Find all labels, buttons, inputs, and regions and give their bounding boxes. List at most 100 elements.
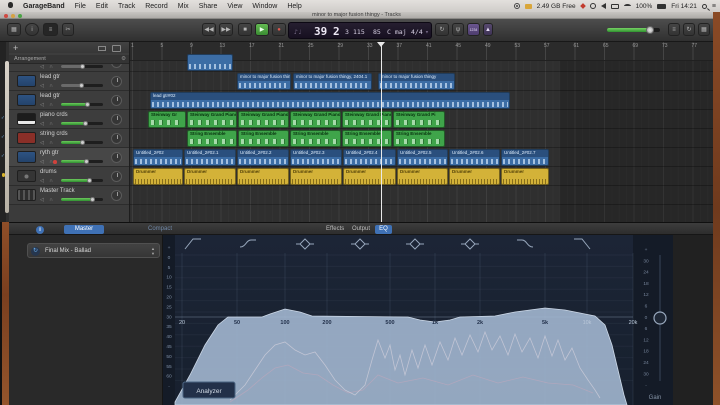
track-header-lead gtr[interactable]: lead gtr◁ ∩ <box>9 91 130 110</box>
track-header-lead gtr[interactable]: lead gtr◁ ∩ <box>9 72 130 91</box>
count-in-button[interactable]: 1234 <box>467 23 480 36</box>
region-Drummer-6-0[interactable]: Drummer <box>133 168 183 185</box>
menu-view[interactable]: View <box>222 3 247 10</box>
track-header-drums[interactable]: drums◁ ∩ <box>9 167 130 186</box>
zoom-control-icon[interactable] <box>112 45 121 52</box>
tuner-button[interactable]: ψ <box>452 23 464 36</box>
free-space-text[interactable]: 2.49 GB Free <box>537 3 576 10</box>
spotlight-icon[interactable] <box>702 4 707 9</box>
mute-solo-icons[interactable]: ◁ ∩ <box>40 140 55 146</box>
master-volume-knob[interactable] <box>646 26 654 34</box>
lcd-display[interactable]: ♪♩ 39 2 3 115 85 C maj 4/4 ▾ <box>288 22 432 39</box>
track-volume-slider[interactable] <box>61 179 103 182</box>
track-volume-knob[interactable] <box>84 159 89 164</box>
keyboard-icon[interactable] <box>611 4 619 9</box>
timeline-area[interactable]: minor to major fusion thinminor to major… <box>130 42 713 222</box>
play-button[interactable]: ▶ <box>255 23 269 36</box>
stop-button[interactable]: ■ <box>238 23 252 36</box>
tab-master[interactable]: Master <box>64 225 104 234</box>
track-volume-knob[interactable] <box>79 83 84 88</box>
track-pan-knob[interactable] <box>111 95 122 106</box>
region-Steinway Gr-3-0[interactable]: Steinway Gr <box>148 111 186 128</box>
track-volume-slider[interactable] <box>61 103 103 106</box>
rewind-button[interactable]: ◀◀ <box>202 23 216 36</box>
notepad-button[interactable]: ≡ <box>668 23 680 36</box>
region-lead gtr#02-2-0[interactable]: lead gtr#02 <box>150 92 510 109</box>
region-Untitled_2#02.5-5-5[interactable]: Untitled_2#02.5 <box>397 149 448 166</box>
track-enable-check[interactable]: ✓ <box>1 115 5 121</box>
master-volume-slider[interactable] <box>607 28 660 32</box>
region-String Ensemble-4-4[interactable]: String Ensemble <box>393 130 445 147</box>
track-enable-check[interactable]: ✓ <box>1 134 5 140</box>
region-Untitled_2#02.2-5-2[interactable]: Untitled_2#02.2 <box>237 149 289 166</box>
region-minor to major fusion thingy, 2404.1-1-1[interactable]: minor to major fusion thingy, 2404.1 <box>293 73 372 90</box>
track-volume-slider[interactable] <box>61 141 103 144</box>
library-info-button[interactable]: i <box>25 23 39 36</box>
loop-browser-button[interactable]: ↻ <box>683 23 695 36</box>
screen-record-icon[interactable] <box>514 3 520 9</box>
tab-eq[interactable]: EQ <box>375 225 392 234</box>
region-minor to major fusion thingy-1-2[interactable]: minor to major fusion thingy <box>378 73 455 90</box>
region-Untitled_2#02-5-0[interactable]: Untitled_2#02 <box>133 149 183 166</box>
menu-help[interactable]: Help <box>282 3 306 10</box>
menu-clock-text[interactable]: Fri 14:21 <box>671 3 697 10</box>
track-volume-slider[interactable] <box>61 65 103 68</box>
track-volume-knob[interactable] <box>90 197 95 202</box>
mute-solo-icons[interactable]: ◁ ∩ <box>40 197 55 203</box>
editors-scissors-button[interactable]: ✂ <box>62 23 74 36</box>
track-pan-knob[interactable] <box>111 114 122 125</box>
region-audio-0-0[interactable] <box>187 54 233 71</box>
channel-eq-panel[interactable]: 20501002005001k2k5k10k20k +0510152025303… <box>163 235 673 405</box>
metronome-button[interactable]: ▲ <box>483 23 493 36</box>
track-pan-knob[interactable] <box>111 171 122 182</box>
region-Drummer-6-1[interactable]: Drummer <box>184 168 236 185</box>
track-enable-check[interactable]: ✓ <box>1 153 5 159</box>
preset-stepper[interactable]: ▲▼ <box>151 246 155 256</box>
cycle-button[interactable]: ↻ <box>435 23 449 36</box>
forward-button[interactable]: ▶▶ <box>219 23 233 36</box>
region-String Ensemble-4-2[interactable]: String Ensemble <box>290 130 341 147</box>
window-title-bar[interactable]: minor to major fusion thingy - Tracks <box>0 12 713 19</box>
keyboard-window-button[interactable]: ▦ <box>7 23 21 36</box>
region-Steinway Grand Piano-3-2[interactable]: Steinway Grand Piano <box>238 111 289 128</box>
menu-file[interactable]: File <box>70 3 91 10</box>
menu-mix[interactable]: Mix <box>173 3 194 10</box>
track-volume-knob[interactable] <box>80 140 85 145</box>
track-volume-knob[interactable] <box>87 178 92 183</box>
info-button[interactable]: i <box>36 226 44 234</box>
track-pan-knob[interactable] <box>111 133 122 144</box>
gain-knob[interactable] <box>654 312 666 324</box>
track-header-Master Track[interactable]: Master Track◁ ∩ <box>9 186 130 205</box>
region-Untitled_2#02.6-5-6[interactable]: Untitled_2#02.6 <box>449 149 500 166</box>
region-minor to major fusion thin-1-0[interactable]: minor to major fusion thin <box>237 73 291 90</box>
battery-icon[interactable] <box>657 4 666 9</box>
tab-compact[interactable]: Compact <box>148 225 172 234</box>
track-header-ryth gtr[interactable]: ryth gtr◁ ∩ <box>9 148 130 167</box>
region-Drummer-6-2[interactable]: Drummer <box>237 168 289 185</box>
record-button[interactable]: ● <box>272 23 286 36</box>
menu-share[interactable]: Share <box>194 3 223 10</box>
track-header-string crds[interactable]: string crds◁ ∩ <box>9 129 130 148</box>
menu-garageband[interactable]: GarageBand <box>18 3 70 10</box>
apple-menu-icon[interactable] <box>0 2 18 10</box>
mute-solo-icons[interactable]: ◁ ∩ <box>40 64 55 70</box>
menu-track[interactable]: Track <box>113 3 140 10</box>
compare-icon[interactable]: ↻ <box>31 247 40 256</box>
track-enable-dot[interactable] <box>2 173 6 177</box>
mute-solo-icons[interactable]: ◁ ∩ <box>40 178 55 184</box>
smart-controls-button[interactable]: ≡ <box>43 23 58 36</box>
region-Steinway Grand Piano-3-3[interactable]: Steinway Grand Piano <box>290 111 341 128</box>
media-browser-button[interactable]: ▦ <box>698 23 710 36</box>
menu-window[interactable]: Window <box>247 3 282 10</box>
record-enable-dot[interactable] <box>53 160 57 164</box>
region-Untitled_2#02.1-5-1[interactable]: Untitled_2#02.1 <box>184 149 236 166</box>
track-volume-knob[interactable] <box>80 64 85 69</box>
region-Drummer-6-3[interactable]: Drummer <box>290 168 342 185</box>
clock-icon[interactable] <box>590 3 596 9</box>
track-pan-knob[interactable] <box>111 152 122 163</box>
tab-output[interactable]: Output <box>352 225 370 234</box>
track-volume-slider[interactable] <box>61 160 103 163</box>
notification-center-icon[interactable]: ≡ <box>712 3 716 10</box>
region-Untitled_2#02.3-5-3[interactable]: Untitled_2#02.3 <box>290 149 342 166</box>
region-String Ensemble-4-0[interactable]: String Ensemble <box>187 130 237 147</box>
